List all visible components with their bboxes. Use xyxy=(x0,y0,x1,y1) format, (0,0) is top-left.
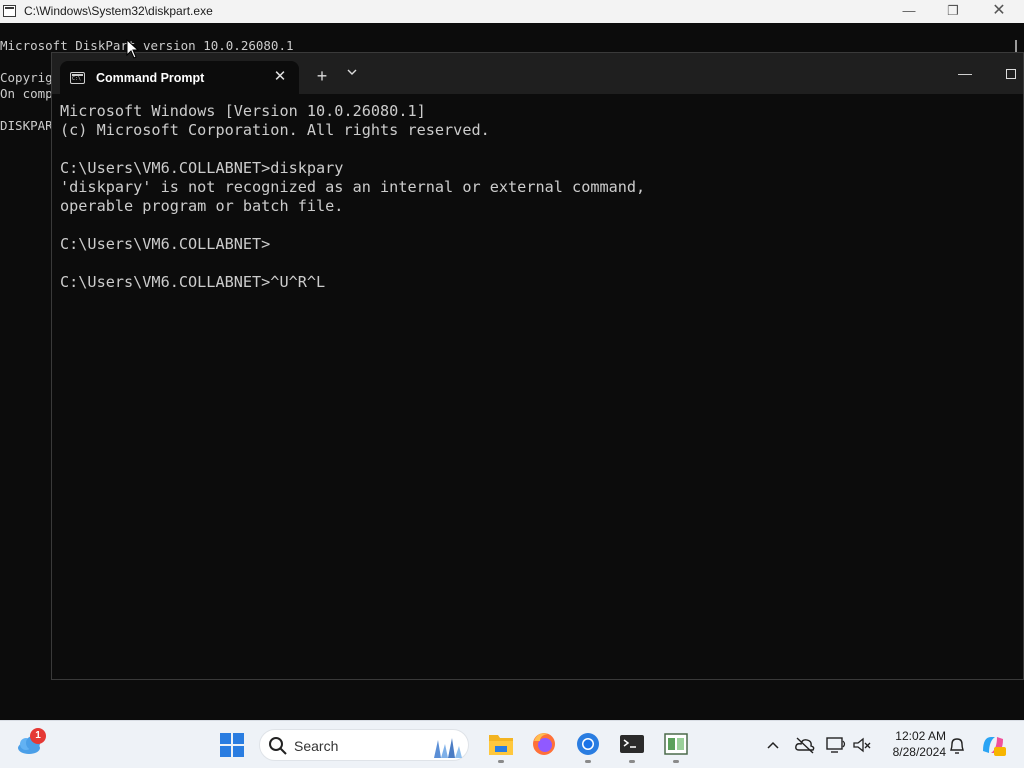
start-button[interactable] xyxy=(220,733,244,757)
running-indicator xyxy=(629,760,635,763)
search-box[interactable]: Search xyxy=(259,729,469,761)
restore-button[interactable]: ❐ xyxy=(930,0,976,23)
clock[interactable]: 12:02 AM 8/28/2024 xyxy=(880,728,946,760)
show-hidden-icons-button[interactable] xyxy=(762,735,784,755)
chrome-icon xyxy=(577,733,599,755)
console-line: Microsoft Windows [Version 10.0.26080.1] xyxy=(60,102,426,120)
terminal-window: Command Prompt ✕ + — Microsoft Windows [… xyxy=(51,52,1024,680)
console-app-icon xyxy=(3,5,16,17)
minimize-button[interactable]: — xyxy=(886,0,932,23)
console-line: C:\Users\VM6.COLLABNET>diskpary xyxy=(60,159,344,177)
running-indicator xyxy=(673,760,679,763)
console-line: C:\Users\VM6.COLLABNET>^U^R^L xyxy=(60,273,326,291)
tab-close-icon[interactable]: ✕ xyxy=(269,66,291,88)
cloud-offline-icon xyxy=(795,737,815,754)
tab-title: Command Prompt xyxy=(96,71,205,85)
speaker-muted-icon xyxy=(853,737,871,753)
tab-command-prompt[interactable]: Command Prompt ✕ xyxy=(60,61,299,94)
notifications-button[interactable] xyxy=(946,735,968,755)
terminal-maximize-button[interactable] xyxy=(996,65,1024,85)
running-indicator xyxy=(498,760,504,763)
monitor-icon xyxy=(826,737,846,753)
diskpart-button[interactable] xyxy=(660,729,692,763)
search-placeholder: Search xyxy=(294,738,339,754)
windows-logo-icon xyxy=(220,733,244,757)
quick-settings-button[interactable] xyxy=(852,735,874,755)
file-explorer-button[interactable] xyxy=(485,729,517,763)
console-line: 'diskpary' is not recognized as an inter… xyxy=(60,178,646,196)
clock-time: 12:02 AM xyxy=(895,729,946,743)
diskpart-window-title: C:\Windows\System32\diskpart.exe xyxy=(24,4,213,18)
chrome-button[interactable] xyxy=(572,729,604,763)
network-button[interactable] xyxy=(794,735,816,755)
copilot-icon xyxy=(983,737,1006,756)
diskpart-icon xyxy=(664,733,688,755)
notification-badge: 1 xyxy=(30,728,46,744)
terminal-tab-bar[interactable]: Command Prompt ✕ + — xyxy=(52,53,1023,94)
folder-icon xyxy=(489,735,513,755)
firefox-icon xyxy=(533,733,555,755)
command-prompt-icon xyxy=(70,72,85,84)
close-button[interactable]: ✕ xyxy=(976,0,1022,23)
terminal-button[interactable] xyxy=(616,729,648,763)
new-tab-button[interactable]: + xyxy=(310,65,334,89)
copilot-button[interactable] xyxy=(979,731,1007,759)
search-highlight-icon xyxy=(434,738,462,758)
mouse-cursor-icon xyxy=(126,39,140,59)
terminal-minimize-button[interactable]: — xyxy=(950,65,980,85)
chevron-down-icon[interactable] xyxy=(340,65,364,89)
diskpart-title-bar[interactable]: C:\Windows\System32\diskpart.exe — ❐ ✕ xyxy=(0,0,1024,23)
clock-date: 8/28/2024 xyxy=(892,745,946,759)
search-icon xyxy=(269,737,287,755)
terminal-icon xyxy=(620,735,644,753)
display-button[interactable] xyxy=(825,735,847,755)
bell-icon xyxy=(950,738,964,754)
running-indicator xyxy=(585,760,591,763)
taskbar: 1 Search 12:02 AM 8/28/2024 xyxy=(0,720,1024,768)
console-line: (c) Microsoft Corporation. All rights re… xyxy=(60,121,490,139)
console-line: C:\Users\VM6.COLLABNET> xyxy=(60,235,271,253)
console-line: operable program or batch file. xyxy=(60,197,344,215)
chevron-up-icon xyxy=(767,741,779,749)
terminal-output[interactable]: Microsoft Windows [Version 10.0.26080.1]… xyxy=(60,102,645,292)
firefox-button[interactable] xyxy=(528,729,560,761)
